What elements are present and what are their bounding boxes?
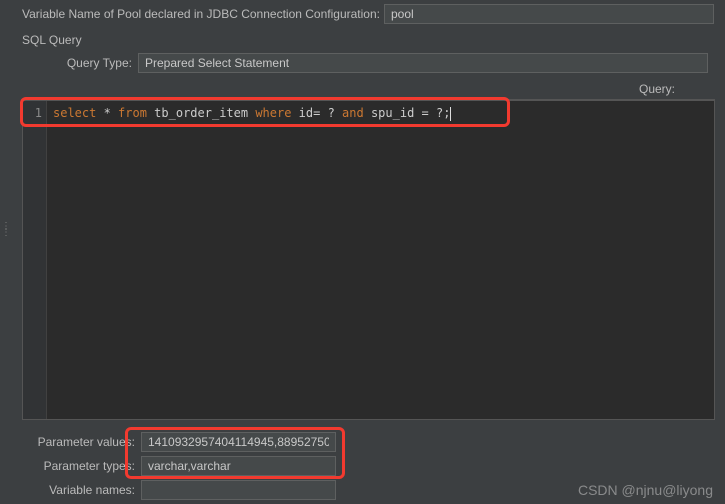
tok-cond1: id= ? [291, 106, 342, 120]
line-number: 1 [23, 105, 46, 121]
tok-star: * [96, 106, 118, 120]
watermark: CSDN @njnu@liyong [578, 482, 713, 498]
sql-editor[interactable]: 1 select * from tb_order_item where id= … [22, 100, 715, 420]
sql-query-section-label: SQL Query [0, 31, 725, 51]
param-types-input[interactable] [141, 456, 336, 476]
tok-tbl: tb_order_item [147, 106, 255, 120]
param-values-row: Parameter values: [0, 430, 725, 454]
var-names-input[interactable] [141, 480, 336, 500]
editor-code[interactable]: select * from tb_order_item where id= ? … [47, 101, 714, 419]
var-pool-input[interactable] [384, 4, 714, 24]
tok-cond2: spu_id = ?; [364, 106, 451, 120]
query-type-row: Query Type: Prepared Select Statement [0, 51, 725, 79]
kw-from: from [118, 106, 147, 120]
drag-handle-icon[interactable]: ⋮⋮ [1, 225, 7, 249]
kw-select: select [53, 106, 96, 120]
var-pool-label: Variable Name of Pool declared in JDBC C… [22, 7, 384, 21]
var-pool-row: Variable Name of Pool declared in JDBC C… [0, 0, 725, 28]
param-types-row: Parameter types: [0, 454, 725, 478]
param-values-input[interactable] [141, 432, 336, 452]
editor-tab-bar: Query: [22, 82, 715, 100]
param-types-label: Parameter types: [0, 459, 135, 473]
query-type-label: Query Type: [60, 56, 132, 70]
tab-query[interactable]: Query: [639, 82, 675, 96]
var-names-label: Variable names: [0, 483, 135, 497]
kw-and: and [342, 106, 364, 120]
query-type-select[interactable]: Prepared Select Statement [138, 53, 708, 73]
param-values-label: Parameter values: [0, 435, 135, 449]
text-caret-icon [450, 107, 451, 121]
kw-where: where [255, 106, 291, 120]
editor-gutter: 1 [23, 101, 47, 419]
